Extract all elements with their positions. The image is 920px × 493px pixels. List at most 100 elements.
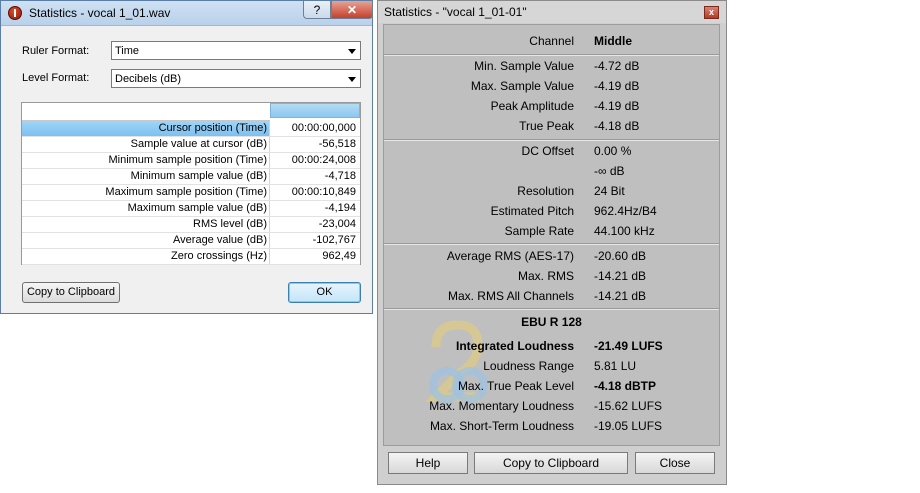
row-value: 00:00:00,000 — [291, 122, 356, 134]
row-label: Maximum sample value (dB) — [22, 201, 270, 216]
stat-value: -20.60 dB — [594, 249, 647, 263]
channel-label: Channel — [529, 34, 574, 48]
stat-label: Max. True Peak Level — [457, 379, 574, 393]
level-format-value: Decibels (dB) — [115, 73, 182, 85]
stat-label: Loudness Range — [483, 359, 574, 373]
statistics-panel: Channel Middle Min. Sample Value -4.72 d… — [383, 24, 720, 446]
row-label: Zero crossings (Hz) — [22, 249, 270, 264]
close-caption-button[interactable]: ✕ — [331, 1, 373, 19]
chevron-down-icon — [348, 49, 356, 54]
stat-row: Loudness Range 5.81 LU — [384, 356, 719, 376]
stat-value: -4.18 dB — [594, 119, 640, 133]
stat-row: DC Offset 0.00 % — [384, 141, 719, 161]
stat-label: DC Offset — [521, 144, 574, 158]
level-format-label: Level Format: — [22, 72, 90, 84]
stat-label: Estimated Pitch — [490, 204, 574, 218]
table-row[interactable]: Zero crossings (Hz) 962,49 — [22, 249, 360, 265]
copy-to-clipboard-button[interactable]: Copy to Clipboard — [474, 452, 628, 474]
ruler-format-dropdown[interactable]: Time — [111, 41, 361, 60]
close-button[interactable]: Close — [635, 452, 715, 474]
table-row[interactable]: Minimum sample position (Time) 00:00:24,… — [22, 153, 360, 169]
stat-row: Sample Rate 44.100 kHz — [384, 221, 719, 241]
stat-row: True Peak -4.18 dB — [384, 116, 719, 136]
statistics-dialog-left: Statistics - vocal 1_01.wav ? ✕ Ruler Fo… — [0, 0, 373, 314]
table-row[interactable]: Maximum sample position (Time) 00:00:10,… — [22, 185, 360, 201]
row-label: Cursor position (Time) — [22, 121, 270, 136]
stat-row: Max. Short-Term Loudness -19.05 LUFS — [384, 416, 719, 436]
table-row[interactable]: Sample value at cursor (dB) -56,518 — [22, 137, 360, 153]
row-label: Average value (dB) — [22, 233, 270, 248]
window-title: Statistics - "vocal 1_01-01" — [384, 5, 527, 19]
row-value: 00:00:10,849 — [291, 186, 356, 198]
ok-button[interactable]: OK — [288, 282, 361, 303]
stat-value: -15.62 LUFS — [594, 399, 663, 413]
app-logo-icon — [8, 6, 22, 20]
row-value: -4,194 — [324, 202, 356, 214]
row-label: RMS level (dB) — [22, 217, 270, 232]
table-header-label-column[interactable] — [22, 103, 270, 121]
stat-label: Max. Momentary Loudness — [429, 399, 574, 413]
stat-row: Estimated Pitch 962.4Hz/B4 — [384, 201, 719, 221]
table-header-value-column[interactable] — [270, 103, 360, 118]
stat-row: Max. RMS -14.21 dB — [384, 266, 719, 286]
stat-row: Resolution 24 Bit — [384, 181, 719, 201]
close-icon[interactable]: x — [704, 6, 719, 19]
stat-row: Average RMS (AES-17) -20.60 dB — [384, 246, 719, 266]
table-row[interactable]: Cursor position (Time) 00:00:00,000 — [22, 121, 360, 137]
stat-label: Max. Short-Term Loudness — [429, 419, 574, 433]
stat-value: -14.21 dB — [594, 269, 647, 283]
row-value: -102,767 — [312, 234, 356, 246]
stat-value: 962.4Hz/B4 — [594, 204, 657, 218]
divider — [384, 243, 719, 245]
stat-label: Min. Sample Value — [474, 59, 574, 73]
stat-label: Peak Amplitude — [490, 99, 574, 113]
stat-value: -4.72 dB — [594, 59, 640, 73]
stat-row: -∞ dB — [384, 161, 719, 181]
stat-value: 44.100 kHz — [594, 224, 655, 238]
table-row[interactable]: Maximum sample value (dB) -4,194 — [22, 201, 360, 217]
channel-value: Middle — [594, 34, 632, 48]
stat-value: -4.19 dB — [594, 79, 640, 93]
ruler-format-label: Ruler Format: — [22, 45, 90, 57]
stat-label: Max. RMS All Channels — [447, 289, 574, 303]
table-row[interactable]: RMS level (dB) -23,004 — [22, 217, 360, 233]
help-caption-button[interactable]: ? — [303, 1, 331, 19]
stat-value: 5.81 LU — [594, 359, 637, 373]
statistics-table[interactable]: Cursor position (Time) 00:00:00,000 Samp… — [21, 102, 361, 265]
help-button[interactable]: Help — [388, 452, 468, 474]
stat-value: -4.19 dB — [594, 99, 640, 113]
stat-row: Max. RMS All Channels -14.21 dB — [384, 286, 719, 306]
copy-to-clipboard-button[interactable]: Copy to Clipboard — [22, 282, 120, 303]
stat-label: Sample Rate — [504, 224, 574, 238]
stat-value: -∞ dB — [594, 164, 625, 178]
stat-row: Min. Sample Value -4.72 dB — [384, 56, 719, 76]
table-row[interactable]: Minimum sample value (dB) -4,718 — [22, 169, 360, 185]
chevron-down-icon — [348, 77, 356, 82]
stat-value: -14.21 dB — [594, 289, 647, 303]
stat-label: Integrated Loudness — [455, 339, 574, 353]
level-format-dropdown[interactable]: Decibels (dB) — [111, 69, 361, 88]
channel-row: Channel Middle — [384, 31, 719, 51]
row-label: Minimum sample value (dB) — [22, 169, 270, 184]
row-value: 962,49 — [322, 250, 356, 262]
stat-row: Integrated Loudness -21.49 LUFS — [384, 336, 719, 356]
stat-value: 24 Bit — [594, 184, 625, 198]
row-value: 00:00:24,008 — [291, 154, 356, 166]
row-label: Maximum sample position (Time) — [22, 185, 270, 200]
row-label: Minimum sample position (Time) — [22, 153, 270, 168]
stat-label: Max. Sample Value — [470, 79, 574, 93]
ruler-format-value: Time — [115, 45, 140, 57]
stat-value: 0.00 % — [594, 144, 632, 158]
window-title: Statistics - vocal 1_01.wav — [29, 6, 171, 20]
stat-value: -19.05 LUFS — [594, 419, 663, 433]
divider — [384, 308, 719, 310]
stat-row: Peak Amplitude -4.19 dB — [384, 96, 719, 116]
row-value: -23,004 — [318, 218, 356, 230]
stat-label: Resolution — [517, 184, 574, 198]
statistics-dialog-right: Statistics - "vocal 1_01-01" x Channel M… — [377, 0, 727, 485]
row-value: -4,718 — [324, 170, 356, 182]
table-row[interactable]: Average value (dB) -102,767 — [22, 233, 360, 249]
title-bar[interactable]: Statistics - "vocal 1_01-01" x — [378, 1, 726, 23]
stat-label: Average RMS (AES-17) — [446, 249, 574, 263]
row-value: -56,518 — [318, 138, 356, 150]
